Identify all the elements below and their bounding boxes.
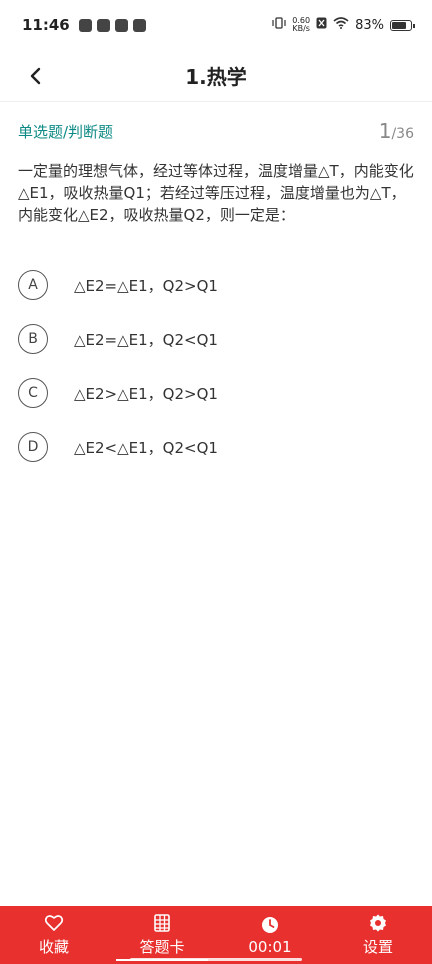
option-text: △E2=△E1，Q2>Q1 (74, 276, 218, 295)
option-letter: C (18, 378, 48, 408)
timer-button[interactable]: 00:01 (216, 906, 324, 964)
question-text: 一定量的理想气体，经过等体过程，温度增量△T，内能变化△E1，吸收热量Q1；若经… (18, 162, 414, 224)
options-list: A △E2=△E1，Q2>Q1 B △E2=△E1，Q2<Q1 C △E2>△E… (18, 268, 414, 484)
chevron-left-icon (30, 67, 41, 85)
gear-icon (368, 913, 388, 933)
wifi-icon (333, 17, 349, 33)
option-b[interactable]: B △E2=△E1，Q2<Q1 (18, 322, 414, 356)
favorite-label: 收藏 (38, 938, 69, 956)
bottom-bar: 收藏 答题卡 00:01 设置 (0, 906, 432, 964)
settings-button[interactable]: 设置 (324, 906, 432, 964)
header: 1.热学 (0, 50, 432, 102)
home-indicator (130, 958, 302, 961)
heart-icon (44, 913, 64, 933)
option-text: △E2=△E1，Q2<Q1 (74, 330, 218, 349)
question-progress: 1 /36 (379, 119, 414, 143)
option-c[interactable]: C △E2>△E1，Q2>Q1 (18, 376, 414, 410)
option-letter: D (18, 432, 48, 462)
settings-label: 设置 (362, 938, 393, 956)
question-type: 单选题/判断题 (18, 122, 114, 141)
battery-icon (390, 19, 415, 31)
answer-card-button[interactable]: 答题卡 (108, 906, 216, 964)
answer-card-label: 答题卡 (139, 938, 185, 956)
clock-icon (260, 915, 280, 935)
back-button[interactable] (20, 60, 52, 92)
progress-total: /36 (391, 126, 414, 142)
question-meta: 单选题/判断题 1 /36 (18, 116, 414, 146)
option-letter: B (18, 324, 48, 354)
option-text: △E2>△E1，Q2>Q1 (74, 384, 218, 403)
battery-percent: 83% (355, 17, 384, 33)
notification-icon (114, 18, 128, 32)
option-letter: A (18, 270, 48, 300)
option-text: △E2<△E1，Q2<Q1 (74, 438, 218, 457)
option-a[interactable]: A △E2=△E1，Q2>Q1 (18, 268, 414, 302)
net-speed: 0.60 KB/s (292, 16, 311, 33)
timer-label: 00:01 (248, 937, 292, 956)
page-title: 1.热学 (185, 65, 247, 89)
sim-icon (316, 17, 327, 33)
grid-icon (152, 913, 172, 933)
notification-icon (78, 18, 92, 32)
option-d[interactable]: D △E2<△E1，Q2<Q1 (18, 430, 414, 464)
vibrate-icon (272, 17, 286, 33)
status-bar: 11:46 0.60 KB/s 83% (0, 0, 432, 50)
notification-icon (96, 18, 110, 32)
status-time: 11:46 (22, 16, 70, 34)
notification-icon (132, 18, 146, 32)
progress-current: 1 (378, 119, 392, 143)
favorite-button[interactable]: 收藏 (0, 906, 108, 964)
